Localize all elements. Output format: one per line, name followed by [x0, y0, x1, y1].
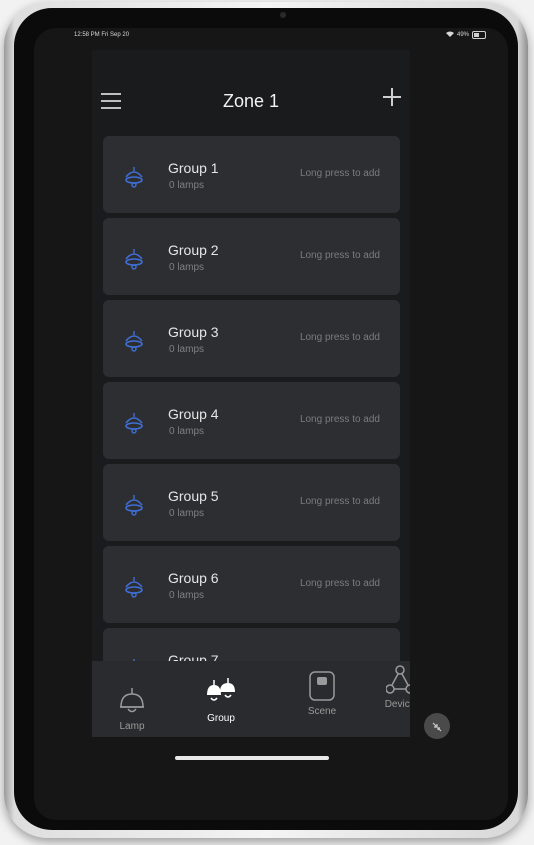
- group-name: Group 4: [168, 406, 219, 422]
- group-name: Group 1: [168, 160, 219, 176]
- nav-item-group[interactable]: Group: [193, 661, 249, 737]
- group-card[interactable]: Group 6 0 lamps Long press to add: [103, 546, 400, 623]
- add-icon[interactable]: [381, 86, 403, 108]
- group-card[interactable]: Group 5 0 lamps Long press to add: [103, 464, 400, 541]
- group-name: Group 3: [168, 324, 219, 340]
- long-press-hint: Long press to add: [299, 168, 380, 179]
- front-camera: [280, 12, 286, 18]
- group-card[interactable]: Group 2 0 lamps Long press to add: [103, 218, 400, 295]
- status-battery: 49%: [445, 31, 486, 39]
- tablet-frame: 12:58 PM Fri Sep 20 49% Zone 1 Group 1 0…: [4, 2, 528, 838]
- long-press-hint: Long press to add: [299, 414, 380, 425]
- group-card[interactable]: Group 1 0 lamps Long press to add: [103, 136, 400, 213]
- long-press-hint: Long press to add: [299, 578, 380, 589]
- wifi-icon: [445, 31, 454, 39]
- battery-icon: [472, 31, 486, 39]
- group-icon: [206, 677, 236, 712]
- scene-icon: [309, 671, 335, 706]
- lamp-icon: [119, 687, 145, 722]
- app-window: Zone 1 Group 1 0 lamps Long press to add…: [92, 50, 410, 737]
- group-lamp-icon: [121, 574, 147, 600]
- group-lamp-count: 0 lamps: [169, 344, 205, 355]
- nav-item-device[interactable]: Device: [372, 661, 410, 737]
- group-lamp-icon: [121, 410, 147, 436]
- long-press-hint: Long press to add: [299, 250, 380, 261]
- group-name: Group 6: [168, 570, 219, 586]
- collapse-icon: [431, 720, 443, 738]
- nav-label-scene: Scene: [307, 706, 337, 717]
- nav-label-device: Device: [384, 699, 410, 710]
- home-indicator[interactable]: [175, 756, 329, 760]
- group-lamp-icon: [121, 492, 147, 518]
- group-card[interactable]: Group 4 0 lamps Long press to add: [103, 382, 400, 459]
- group-name: Group 5: [168, 488, 219, 504]
- group-lamp-count: 0 lamps: [169, 262, 205, 273]
- nav-label-group: Group: [207, 713, 235, 724]
- group-lamp-icon: [121, 328, 147, 354]
- nav-item-lamp[interactable]: Lamp: [106, 661, 158, 737]
- page-title: Zone 1: [222, 91, 280, 111]
- nav-item-scene[interactable]: Scene: [294, 661, 350, 737]
- group-lamp-icon: [121, 164, 147, 190]
- group-lamp-icon: [121, 246, 147, 272]
- app-header: Zone 1: [92, 50, 410, 136]
- long-press-hint: Long press to add: [299, 496, 380, 507]
- group-lamp-count: 0 lamps: [169, 590, 205, 601]
- device-icon: [385, 665, 410, 700]
- group-name: Group 2: [168, 242, 219, 258]
- long-press-hint: Long press to add: [299, 332, 380, 343]
- group-lamp-count: 0 lamps: [169, 508, 205, 519]
- group-lamp-count: 0 lamps: [169, 426, 205, 437]
- status-time: 12:58 PM Fri Sep 20: [74, 32, 130, 38]
- collapse-button[interactable]: [424, 713, 450, 739]
- group-card[interactable]: Group 3 0 lamps Long press to add: [103, 300, 400, 377]
- battery-percent: 49%: [456, 32, 469, 38]
- group-lamp-count: 0 lamps: [169, 180, 205, 191]
- bottom-nav: Lamp Group Scene Device: [92, 661, 410, 737]
- nav-label-lamp: Lamp: [119, 721, 145, 732]
